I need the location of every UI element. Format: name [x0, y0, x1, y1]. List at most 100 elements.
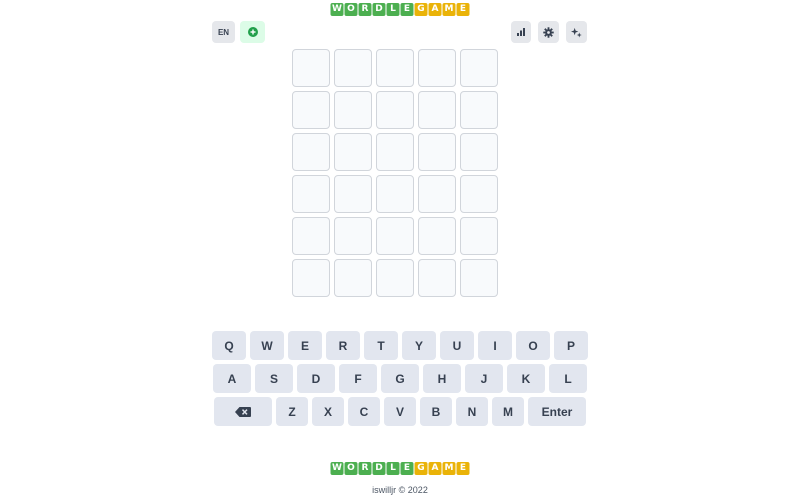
logo-tile: E [456, 3, 470, 16]
logo-bottom: WORDLEGAME [330, 462, 470, 475]
logo-tile: R [358, 3, 372, 16]
key-q[interactable]: Q [212, 331, 246, 360]
key-t[interactable]: T [364, 331, 398, 360]
logo-tile: W [330, 3, 344, 16]
grid-cell [376, 91, 414, 129]
grid-cell [460, 91, 498, 129]
grid-cell [334, 91, 372, 129]
grid-row [292, 259, 498, 297]
logo-tile: E [456, 462, 470, 475]
key-s[interactable]: S [255, 364, 293, 393]
grid-cell [418, 49, 456, 87]
grid-cell [334, 133, 372, 171]
logo-tile: R [358, 462, 372, 475]
key-a[interactable]: A [213, 364, 251, 393]
keyboard: QWERTYUIOP ASDFGHJKL Z X C V B N M Enter [0, 331, 800, 430]
grid-row [292, 91, 498, 129]
grid-cell [292, 49, 330, 87]
backspace-key[interactable] [214, 397, 272, 426]
grid-cell [418, 133, 456, 171]
key-p[interactable]: P [554, 331, 588, 360]
gear-icon [543, 26, 554, 38]
logo-tile: M [442, 3, 456, 16]
key-g[interactable]: G [381, 364, 419, 393]
grid-cell [334, 175, 372, 213]
logo-tile: L [386, 462, 400, 475]
keyboard-row-1: QWERTYUIOP [0, 331, 800, 360]
grid-cell [418, 175, 456, 213]
grid-cell [334, 49, 372, 87]
grid-cell [460, 133, 498, 171]
logo-tile: D [372, 3, 386, 16]
grid-cell [376, 217, 414, 255]
grid-cell [334, 259, 372, 297]
key-d[interactable]: D [297, 364, 335, 393]
logo-tile: L [386, 3, 400, 16]
key-i[interactable]: I [478, 331, 512, 360]
backspace-icon [235, 406, 251, 417]
key-w[interactable]: W [250, 331, 284, 360]
sparkle-icon [571, 27, 582, 37]
grid-cell [460, 217, 498, 255]
language-button[interactable]: EN [212, 21, 235, 43]
grid-cell [418, 91, 456, 129]
logo-tile: M [442, 462, 456, 475]
logo-tile: E [400, 3, 414, 16]
grid-cell [376, 259, 414, 297]
settings-button[interactable] [538, 21, 559, 43]
key-x[interactable]: X [312, 397, 344, 426]
keyboard-row-2: ASDFGHJKL [0, 364, 800, 393]
grid-row [292, 49, 498, 87]
logo-tile: A [428, 3, 442, 16]
grid-cell [418, 217, 456, 255]
key-j[interactable]: J [465, 364, 503, 393]
logo-top: WORDLEGAME [330, 3, 470, 16]
logo-tile: A [428, 462, 442, 475]
key-k[interactable]: K [507, 364, 545, 393]
key-m[interactable]: M [492, 397, 524, 426]
key-f[interactable]: F [339, 364, 377, 393]
grid-cell [418, 259, 456, 297]
key-h[interactable]: H [423, 364, 461, 393]
bar-chart-icon [517, 28, 525, 36]
key-l[interactable]: L [549, 364, 587, 393]
key-y[interactable]: Y [402, 331, 436, 360]
enter-key[interactable]: Enter [528, 397, 586, 426]
logo-tile: G [414, 3, 428, 16]
key-o[interactable]: O [516, 331, 550, 360]
key-r[interactable]: R [326, 331, 360, 360]
logo-tile: G [414, 462, 428, 475]
key-c[interactable]: C [348, 397, 380, 426]
logo-tile: W [330, 462, 344, 475]
grid-row [292, 133, 498, 171]
footer-copyright: iswilljr © 2022 [372, 485, 428, 495]
grid-cell [292, 175, 330, 213]
grid-row [292, 175, 498, 213]
grid-cell [334, 217, 372, 255]
grid-cell [460, 175, 498, 213]
key-z[interactable]: Z [276, 397, 308, 426]
grid-cell [292, 133, 330, 171]
keyboard-row-3: Z X C V B N M Enter [0, 397, 800, 426]
grid-row [292, 217, 498, 255]
grid-cell [376, 49, 414, 87]
grid-cell [292, 91, 330, 129]
key-b[interactable]: B [420, 397, 452, 426]
grid-cell [376, 175, 414, 213]
grid-cell [460, 259, 498, 297]
grid-cell [460, 49, 498, 87]
logo-tile: D [372, 462, 386, 475]
add-button[interactable] [240, 21, 265, 43]
logo-tile: O [344, 3, 358, 16]
key-v[interactable]: V [384, 397, 416, 426]
plus-circle-icon [247, 27, 258, 37]
key-u[interactable]: U [440, 331, 474, 360]
grid-cell [292, 217, 330, 255]
key-n[interactable]: N [456, 397, 488, 426]
grid-cell [376, 133, 414, 171]
key-e[interactable]: E [288, 331, 322, 360]
stats-button[interactable] [511, 21, 531, 43]
info-button[interactable] [566, 21, 587, 43]
logo-tile: E [400, 462, 414, 475]
logo-tile: O [344, 462, 358, 475]
